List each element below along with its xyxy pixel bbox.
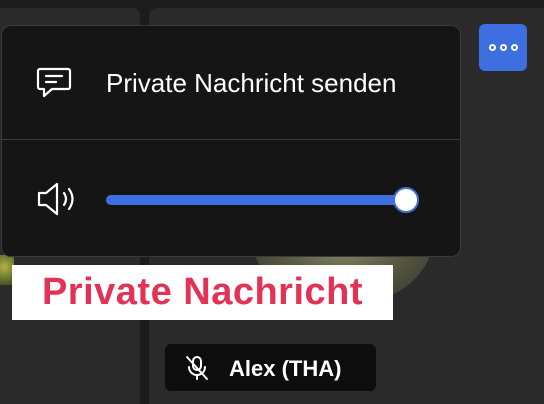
- speaker-icon: [37, 182, 74, 216]
- volume-slider[interactable]: [106, 187, 419, 213]
- chat-bubble-icon: [36, 67, 72, 98]
- more-options-dot: [499, 44, 507, 51]
- more-options-button[interactable]: [479, 24, 527, 71]
- more-options-dot: [510, 44, 518, 51]
- private-message-label: Private Nachricht senden: [106, 68, 397, 98]
- participant-name-badge: Alex (THA): [165, 344, 376, 391]
- participant-name: Alex (THA): [229, 356, 342, 381]
- microphone-muted-icon: [186, 356, 208, 380]
- caption-overlay: Private Nachricht: [12, 265, 393, 320]
- more-options-icon: [488, 44, 496, 51]
- volume-slider-thumb[interactable]: [392, 187, 419, 213]
- participant-context-menu: Private Nachricht senden: [1, 25, 461, 257]
- private-message-menu-item[interactable]: Private Nachricht senden: [2, 26, 460, 140]
- volume-control: [2, 141, 460, 256]
- volume-slider-fill: [106, 195, 406, 205]
